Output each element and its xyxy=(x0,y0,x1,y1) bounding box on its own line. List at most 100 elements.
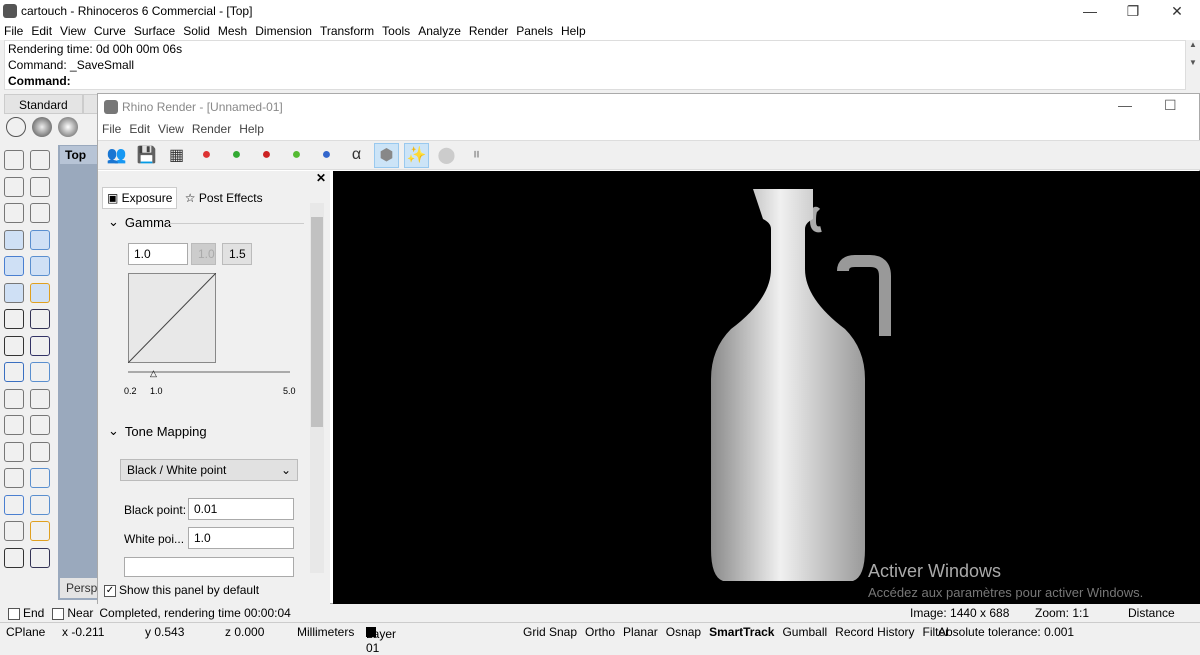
menu-curve[interactable]: Curve xyxy=(90,24,130,38)
tool-icon[interactable] xyxy=(4,415,24,435)
tool-icon[interactable] xyxy=(4,176,24,197)
menu-panels[interactable]: Panels xyxy=(512,24,557,38)
menu-edit[interactable]: Edit xyxy=(27,24,56,38)
rgb-button[interactable]: ● xyxy=(194,143,219,168)
units[interactable]: Millimeters xyxy=(297,625,354,639)
shaded-icon[interactable] xyxy=(32,117,52,137)
tool-icon[interactable] xyxy=(4,547,24,568)
menu-transform[interactable]: Transform xyxy=(316,24,378,38)
gamma-input[interactable]: 1.0 xyxy=(128,243,188,265)
render-menu-file[interactable]: File xyxy=(98,122,125,136)
toggle-ortho[interactable]: Ortho xyxy=(585,625,615,639)
menu-surface[interactable]: Surface xyxy=(130,24,179,38)
tool-icon[interactable] xyxy=(30,229,50,250)
osnap-near[interactable]: Near xyxy=(52,606,93,620)
gamma-preset-1-0[interactable]: 1.0 xyxy=(191,243,216,265)
render-maximize-button[interactable]: ☐ xyxy=(1164,97,1177,114)
toggle-record-history[interactable]: Record History xyxy=(835,625,914,639)
close-button[interactable]: ✕ xyxy=(1155,0,1199,22)
tool-icon[interactable] xyxy=(30,256,50,276)
tool-icon[interactable] xyxy=(4,441,24,462)
tone-mapping-section-header[interactable]: ⌄ Tone Mapping xyxy=(108,423,207,439)
alpha-button[interactable]: α xyxy=(344,143,369,168)
tone-mapping-select[interactable]: Black / White point ⌄ xyxy=(120,459,298,481)
tool-icon[interactable] xyxy=(30,494,50,515)
tool-icon[interactable] xyxy=(4,388,24,409)
render-minimize-button[interactable]: — xyxy=(1118,97,1132,113)
tool-icon[interactable] xyxy=(30,521,50,541)
stop-button[interactable]: ⬤ xyxy=(434,143,459,168)
tool-icon[interactable] xyxy=(30,415,50,435)
tool-icon[interactable] xyxy=(30,150,50,170)
tool-icon[interactable] xyxy=(4,521,24,541)
tool-icon[interactable] xyxy=(4,309,24,329)
tool-icon[interactable] xyxy=(30,388,50,409)
tool-icon[interactable] xyxy=(4,150,24,170)
tool-icon[interactable] xyxy=(30,176,50,197)
osnap-near-checkbox[interactable] xyxy=(52,607,65,620)
toggle-osnap[interactable]: Osnap xyxy=(666,625,701,639)
render-menu-render[interactable]: Render xyxy=(188,122,235,136)
tool-icon[interactable] xyxy=(30,468,50,488)
tool-icon[interactable] xyxy=(4,282,24,303)
tool-icon[interactable] xyxy=(30,335,50,356)
gamma-slider-thumb[interactable]: △ xyxy=(150,368,157,379)
toggle-smarttrack[interactable]: SmartTrack xyxy=(709,625,774,639)
osnap-end[interactable]: End xyxy=(8,606,44,620)
show-panel-checkbox[interactable]: ✓ xyxy=(104,584,116,597)
monochrome-button[interactable]: ⬢ xyxy=(374,142,399,168)
tab-exposure[interactable]: ▣ Exposure xyxy=(102,187,178,209)
tool-icon[interactable] xyxy=(30,547,50,568)
menu-tools[interactable]: Tools xyxy=(378,24,414,38)
green-channel-button[interactable]: ● xyxy=(284,143,309,168)
osnap-end-checkbox[interactable] xyxy=(8,607,20,620)
pause-button[interactable]: ⏸ xyxy=(464,143,489,168)
white-point-input[interactable]: 1.0 xyxy=(188,527,294,549)
render-menu-view[interactable]: View xyxy=(154,122,188,136)
cplane-label[interactable]: CPlane xyxy=(6,625,45,639)
tool-icon[interactable] xyxy=(30,309,50,329)
tool-icon[interactable] xyxy=(4,335,24,356)
command-scrollbar[interactable]: ▲ ▼ xyxy=(1186,40,1200,90)
rendered-icon[interactable] xyxy=(58,117,78,137)
restore-button[interactable]: ❐ xyxy=(1111,0,1155,22)
menu-analyze[interactable]: Analyze xyxy=(414,24,465,38)
minimize-button[interactable]: — xyxy=(1068,0,1112,22)
tool-icon[interactable] xyxy=(4,468,24,488)
gamma-preset-1-5[interactable]: 1.5 xyxy=(222,243,252,265)
black-point-input[interactable]: 0.01 xyxy=(188,498,294,520)
channels-button[interactable]: 👥 xyxy=(104,143,129,168)
panel-scrollbar[interactable] xyxy=(310,203,324,573)
menu-mesh[interactable]: Mesh xyxy=(214,24,251,38)
wireframe-icon[interactable] xyxy=(6,117,26,137)
menu-dimension[interactable]: Dimension xyxy=(251,24,316,38)
viewport-tab-top[interactable]: Top xyxy=(60,146,98,164)
copy-button[interactable]: ▦ xyxy=(164,143,189,168)
show-panel-default[interactable]: ✓ Show this panel by default xyxy=(104,583,259,597)
command-prompt[interactable]: Command: xyxy=(5,73,1185,89)
menu-file[interactable]: File xyxy=(0,24,27,38)
tab-standard[interactable]: Standard xyxy=(4,94,83,114)
menu-solid[interactable]: Solid xyxy=(179,24,214,38)
render-menu-help[interactable]: Help xyxy=(235,122,268,136)
tool-icon[interactable] xyxy=(30,282,50,303)
gamma-section-header[interactable]: ⌄ Gamma xyxy=(108,214,171,230)
panel-close-icon[interactable]: ✕ xyxy=(316,171,326,185)
save-button[interactable]: 💾 xyxy=(134,143,159,168)
post-effects-wand-button[interactable]: ✨ xyxy=(404,142,429,168)
tool-icon[interactable] xyxy=(30,441,50,462)
viewport-tab-perspective[interactable]: Persp xyxy=(60,578,100,598)
menu-help[interactable]: Help xyxy=(557,24,590,38)
toggle-grid-snap[interactable]: Grid Snap xyxy=(523,625,577,639)
viewport-top[interactable] xyxy=(58,145,98,600)
tool-icon[interactable] xyxy=(30,362,50,382)
red-channel-button[interactable]: ● xyxy=(254,143,279,168)
tool-icon[interactable] xyxy=(4,362,24,382)
toggle-planar[interactable]: Planar xyxy=(623,625,658,639)
tool-icon[interactable] xyxy=(30,203,50,223)
toggle-gumball[interactable]: Gumball xyxy=(782,625,827,639)
tool-icon[interactable] xyxy=(4,256,24,276)
menu-view[interactable]: View xyxy=(56,24,90,38)
tab-post-effects[interactable]: ☆ Post Effects xyxy=(181,188,267,208)
blue-channel-button[interactable]: ● xyxy=(314,143,339,168)
